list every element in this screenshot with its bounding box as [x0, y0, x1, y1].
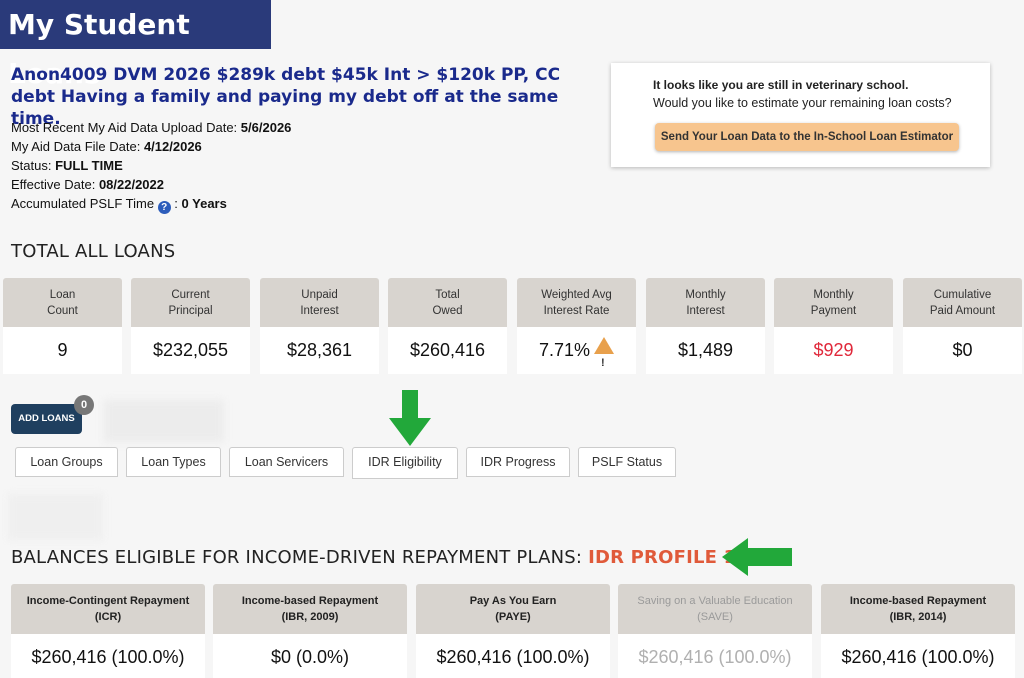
tab-loan-types[interactable]: Loan Types — [126, 447, 221, 477]
paye-value: $260,416 (100.0%) — [416, 634, 610, 678]
status-row: Status: FULL TIME — [11, 158, 123, 173]
upload-date-value: 5/6/2026 — [240, 120, 292, 135]
monthly-payment-card: Monthly Payment $929 — [774, 278, 893, 374]
weighted-avg-rate-value: 7.71% — [538, 340, 591, 360]
monthly-interest-value: $1,489 — [646, 327, 765, 374]
total-owed-value: $260,416 — [388, 327, 507, 374]
tab-idr-eligibility[interactable]: IDR Eligibility — [352, 447, 458, 479]
monthly-payment-value: $929 — [774, 327, 893, 374]
loan-count-badge: 0 — [74, 395, 94, 415]
status-value: FULL TIME — [55, 158, 123, 173]
tab-loan-groups[interactable]: Loan Groups — [15, 447, 118, 477]
save-value: $260,416 (100.0%) — [618, 634, 812, 678]
cumulative-paid-value: $0 — [903, 327, 1022, 374]
file-date-value: 4/12/2026 — [143, 139, 202, 154]
tab-pslf-status[interactable]: PSLF Status — [578, 447, 676, 477]
loan-count-value: 9 — [3, 327, 122, 374]
promo-line-1: It looks like you are still in veterinar… — [653, 78, 909, 92]
ibr-2009-value: $0 (0.0%) — [213, 634, 407, 678]
save-card: Saving on a Valuable Education (SAVE) $26… — [618, 584, 812, 678]
weighted-avg-rate-card: Weighted Avg Interest Rate 7.71% — [517, 278, 636, 386]
pslf-value: 0 Years — [181, 196, 227, 211]
profile-meta: Most Recent My Aid Data Upload Date: 5/6… — [11, 118, 291, 214]
cumulative-paid-card: Cumulative Paid Amount $0 — [903, 278, 1022, 374]
question-circle-icon[interactable]: ? — [157, 201, 171, 214]
blurred-region — [8, 494, 103, 540]
file-date-row: My Aid Data File Date: 4/12/2026 — [11, 139, 202, 154]
blurred-region — [104, 400, 224, 442]
icr-value: $260,416 (100.0%) — [11, 634, 205, 678]
effective-date-row: Effective Date: 08/22/2022 — [11, 177, 165, 192]
promo-line-2: Would you like to estimate your remainin… — [653, 96, 952, 110]
effective-date-value: 08/22/2022 — [98, 177, 165, 192]
upload-date-row: Most Recent My Aid Data Upload Date: 5/6… — [11, 120, 292, 135]
unpaid-interest-value: $28,361 — [260, 327, 379, 374]
in-school-estimator-panel: It looks like you are still in veterinar… — [611, 63, 990, 167]
icr-card: Income-Contingent Repayment (ICR) $260,41… — [11, 584, 205, 678]
app-title: My Student Loans — [0, 0, 271, 90]
arrow-down-icon — [389, 390, 431, 446]
current-principal-card: Current Principal $232,055 — [131, 278, 250, 374]
send-to-estimator-button[interactable]: Send Your Loan Data to the In-School Loa… — [655, 123, 959, 151]
totals-cards: Loan Count 9 Current Principal $232,055 Un… — [3, 278, 1024, 386]
loan-count-card: Loan Count 9 — [3, 278, 122, 374]
pslf-row: Accumulated PSLF Time ? : 0 Years — [11, 196, 227, 214]
unpaid-interest-card: Unpaid Interest $28,361 — [260, 278, 379, 374]
idr-balances-title: BALANCES ELIGIBLE FOR INCOME-DRIVEN REPA… — [11, 547, 737, 568]
total-owed-card: Total Owed $260,416 — [388, 278, 507, 374]
ibr-2014-value: $260,416 (100.0%) — [821, 634, 1015, 678]
add-loans-button[interactable]: ADD LOANS — [11, 404, 82, 434]
tab-loan-servicers[interactable]: Loan Servicers — [229, 447, 344, 477]
weighted-avg-rate-row: 7.71% — [517, 327, 636, 386]
current-principal-value: $232,055 — [131, 327, 250, 374]
ibr-2009-card: Income-based Repayment (IBR, 2009) $0 (0.… — [213, 584, 407, 678]
warning-triangle-icon[interactable] — [594, 337, 615, 386]
total-all-loans-title: TOTAL ALL LOANS — [11, 241, 176, 262]
tab-idr-progress[interactable]: IDR Progress — [466, 447, 570, 477]
arrow-left-icon — [722, 538, 792, 576]
paye-card: Pay As You Earn (PAYE) $260,416 (100.0%) — [416, 584, 610, 678]
ibr-2014-card: Income-based Repayment (IBR, 2014) $260,4… — [821, 584, 1015, 678]
monthly-interest-card: Monthly Interest $1,489 — [646, 278, 765, 374]
idr-plan-cards: Income-Contingent Repayment (ICR) $260,41… — [11, 584, 1024, 678]
idr-profile-label[interactable]: IDR PROFILE 1 — [588, 547, 736, 568]
